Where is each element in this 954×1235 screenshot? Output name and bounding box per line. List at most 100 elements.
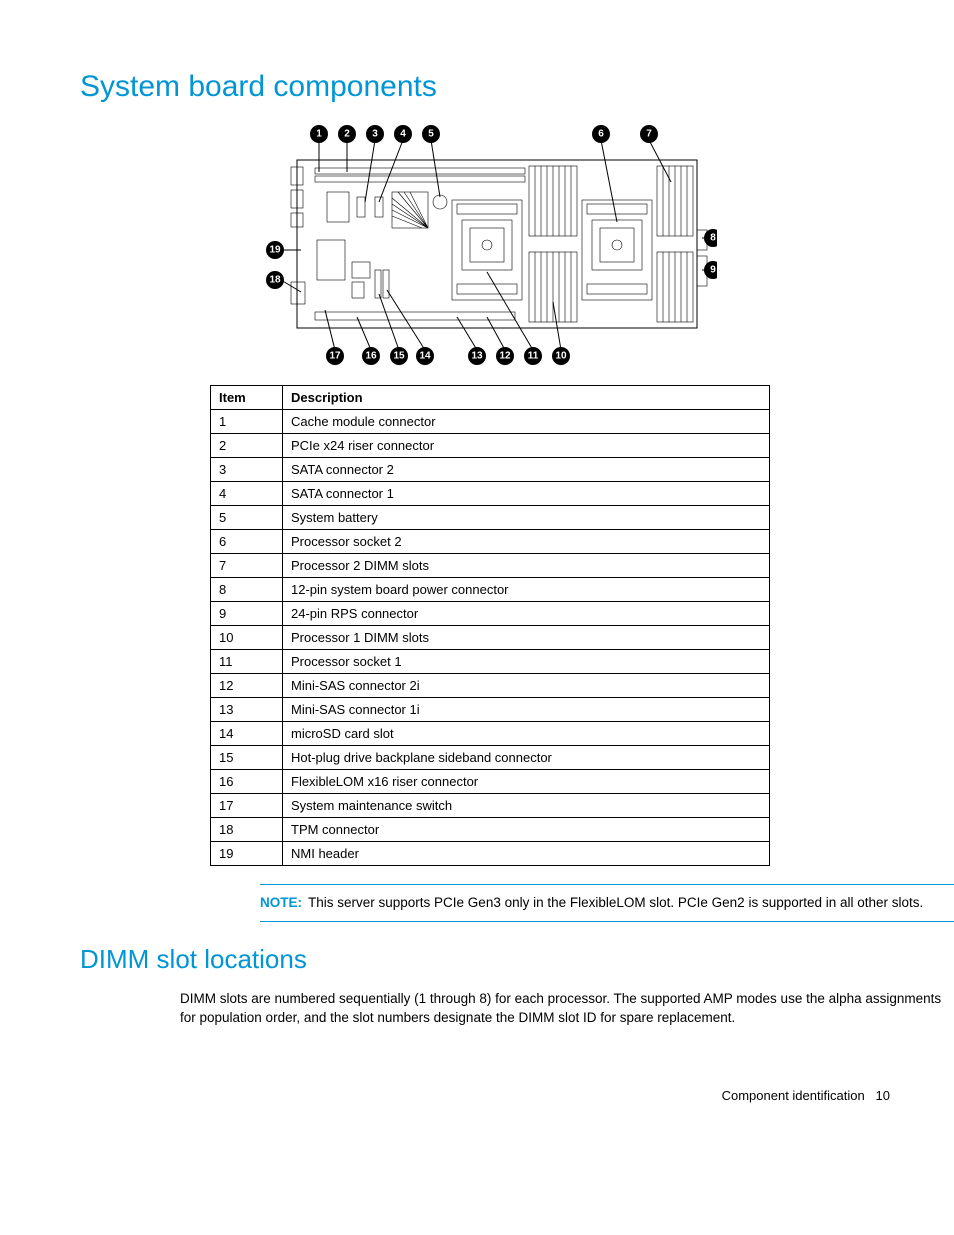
- cell-description: System battery: [283, 506, 770, 530]
- heading-dimm-slots: DIMM slot locations: [80, 944, 894, 975]
- cell-description: Mini-SAS connector 1i: [283, 698, 770, 722]
- cell-description: NMI header: [283, 842, 770, 866]
- cell-item: 13: [211, 698, 283, 722]
- svg-text:6: 6: [598, 129, 604, 140]
- footer-section: Component identification: [722, 1088, 865, 1103]
- callout-16: 16: [362, 347, 380, 365]
- cell-description: microSD card slot: [283, 722, 770, 746]
- callout-10: 10: [552, 347, 570, 365]
- table-row: 14microSD card slot: [211, 722, 770, 746]
- dimm-paragraph: DIMM slots are numbered sequentially (1 …: [180, 989, 950, 1028]
- footer-page: 10: [876, 1088, 890, 1103]
- svg-text:10: 10: [555, 351, 567, 362]
- cell-item: 7: [211, 554, 283, 578]
- cell-item: 17: [211, 794, 283, 818]
- cell-description: 12-pin system board power connector: [283, 578, 770, 602]
- cell-item: 12: [211, 674, 283, 698]
- cell-item: 16: [211, 770, 283, 794]
- table-row: 16FlexibleLOM x16 riser connector: [211, 770, 770, 794]
- cell-item: 10: [211, 626, 283, 650]
- svg-text:15: 15: [393, 351, 405, 362]
- table-row: 7Processor 2 DIMM slots: [211, 554, 770, 578]
- cell-item: 14: [211, 722, 283, 746]
- callout-5: 5: [422, 125, 440, 143]
- table-row: 1Cache module connector: [211, 410, 770, 434]
- cell-description: Mini-SAS connector 2i: [283, 674, 770, 698]
- callout-13: 13: [468, 347, 486, 365]
- cell-description: Processor 1 DIMM slots: [283, 626, 770, 650]
- cell-item: 11: [211, 650, 283, 674]
- table-row: 11Processor socket 1: [211, 650, 770, 674]
- callout-8: 8: [704, 229, 717, 247]
- svg-text:14: 14: [419, 351, 431, 362]
- cell-description: SATA connector 1: [283, 482, 770, 506]
- callout-17: 17: [326, 347, 344, 365]
- cell-description: Processor socket 1: [283, 650, 770, 674]
- table-row: 5System battery: [211, 506, 770, 530]
- svg-text:8: 8: [710, 233, 716, 244]
- cell-description: Cache module connector: [283, 410, 770, 434]
- cell-item: 3: [211, 458, 283, 482]
- cell-description: FlexibleLOM x16 riser connector: [283, 770, 770, 794]
- component-table: Item Description 1Cache module connector…: [210, 385, 770, 866]
- svg-text:1: 1: [316, 129, 322, 140]
- cell-item: 2: [211, 434, 283, 458]
- callout-14: 14: [416, 347, 434, 365]
- table-row: 19NMI header: [211, 842, 770, 866]
- callout-3: 3: [366, 125, 384, 143]
- note-block: NOTE: This server supports PCIe Gen3 only…: [260, 884, 954, 922]
- svg-text:17: 17: [329, 351, 341, 362]
- table-row: 15Hot-plug drive backplane sideband conn…: [211, 746, 770, 770]
- table-row: 13Mini-SAS connector 1i: [211, 698, 770, 722]
- cell-item: 15: [211, 746, 283, 770]
- callout-6: 6: [592, 125, 610, 143]
- heading-system-board: System board components: [80, 70, 894, 104]
- table-row: 812-pin system board power connector: [211, 578, 770, 602]
- cell-item: 1: [211, 410, 283, 434]
- cell-description: 24-pin RPS connector: [283, 602, 770, 626]
- cell-item: 6: [211, 530, 283, 554]
- table-row: 18TPM connector: [211, 818, 770, 842]
- svg-text:2: 2: [344, 129, 350, 140]
- note-label: NOTE:: [260, 895, 302, 910]
- cell-item: 18: [211, 818, 283, 842]
- callout-4: 4: [394, 125, 412, 143]
- callout-1: 1: [310, 125, 328, 143]
- svg-text:5: 5: [428, 129, 434, 140]
- cell-item: 8: [211, 578, 283, 602]
- callout-18: 18: [266, 271, 284, 289]
- svg-text:9: 9: [710, 265, 716, 276]
- callout-12: 12: [496, 347, 514, 365]
- table-row: 2PCIe x24 riser connector: [211, 434, 770, 458]
- system-board-diagram: .co { font: bold 10px Arial; fill:#fff; …: [257, 122, 717, 367]
- cell-description: PCIe x24 riser connector: [283, 434, 770, 458]
- table-row: 12Mini-SAS connector 2i: [211, 674, 770, 698]
- cell-description: System maintenance switch: [283, 794, 770, 818]
- callout-2: 2: [338, 125, 356, 143]
- cell-description: SATA connector 2: [283, 458, 770, 482]
- callout-19: 19: [266, 241, 284, 259]
- cell-description: Processor 2 DIMM slots: [283, 554, 770, 578]
- table-row: 4SATA connector 1: [211, 482, 770, 506]
- th-description: Description: [283, 386, 770, 410]
- svg-text:4: 4: [400, 129, 406, 140]
- svg-text:11: 11: [528, 351, 539, 362]
- callout-7: 7: [640, 125, 658, 143]
- callout-11: 11: [524, 347, 542, 365]
- table-row: 924-pin RPS connector: [211, 602, 770, 626]
- svg-text:12: 12: [499, 351, 511, 362]
- table-row: 6Processor socket 2: [211, 530, 770, 554]
- page-footer: Component identification 10: [80, 1088, 894, 1103]
- cell-description: Hot-plug drive backplane sideband connec…: [283, 746, 770, 770]
- callout-15: 15: [390, 347, 408, 365]
- cell-item: 5: [211, 506, 283, 530]
- svg-text:19: 19: [269, 245, 281, 256]
- cell-description: Processor socket 2: [283, 530, 770, 554]
- svg-text:7: 7: [646, 129, 652, 140]
- th-item: Item: [211, 386, 283, 410]
- note-text: This server supports PCIe Gen3 only in t…: [308, 895, 923, 910]
- svg-text:13: 13: [471, 351, 483, 362]
- cell-item: 19: [211, 842, 283, 866]
- cell-description: TPM connector: [283, 818, 770, 842]
- svg-text:18: 18: [269, 275, 281, 286]
